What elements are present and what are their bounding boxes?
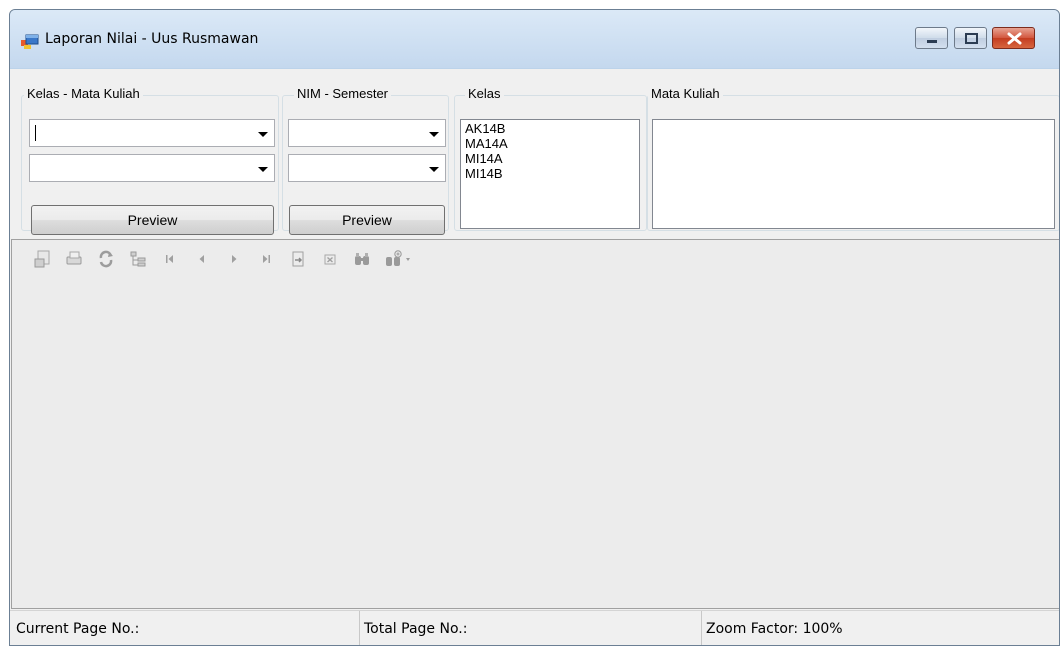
group-tree-icon[interactable]: [129, 250, 147, 268]
previous-page-icon[interactable]: [193, 250, 211, 268]
print-icon[interactable]: [65, 250, 83, 268]
zoom-icon[interactable]: [385, 250, 417, 268]
maximize-icon: [965, 33, 978, 44]
kelas-combo[interactable]: [29, 119, 275, 147]
title-bar[interactable]: Laporan Nilai - Uus Rusmawan: [10, 10, 1059, 68]
mata-kuliah-group-title: Mata Kuliah: [648, 86, 723, 101]
chevron-down-icon: [258, 132, 268, 137]
nim-combo[interactable]: [288, 119, 446, 147]
report-window: Laporan Nilai - Uus Rusmawan Kelas - Mat…: [9, 9, 1060, 646]
list-item[interactable]: MI14A: [465, 151, 635, 166]
status-divider: [359, 611, 360, 645]
preview-kelas-button[interactable]: Preview: [31, 205, 274, 235]
go-to-page-icon[interactable]: [289, 250, 307, 268]
mata-kuliah-combo[interactable]: [29, 154, 275, 182]
first-page-icon[interactable]: [161, 250, 179, 268]
search-icon[interactable]: [353, 250, 371, 268]
status-bar: Current Page No.: Total Page No.: Zoom F…: [10, 610, 1059, 645]
list-item[interactable]: MI14B: [465, 166, 635, 181]
viewer-toolbar: [12, 240, 1059, 276]
client-area: Kelas - Mata Kuliah Preview NIM - Semest…: [10, 69, 1059, 645]
chevron-down-icon: [258, 167, 268, 172]
app-icon: [21, 34, 39, 49]
maximize-button[interactable]: [954, 27, 987, 49]
close-button[interactable]: [992, 27, 1035, 49]
export-icon[interactable]: [33, 250, 51, 268]
kelas-mata-kuliah-group-title: Kelas - Mata Kuliah: [24, 86, 143, 101]
stop-icon[interactable]: [321, 250, 339, 268]
zoom-factor-label: Zoom Factor: 100%: [706, 621, 843, 637]
last-page-icon[interactable]: [257, 250, 275, 268]
minimize-icon: [927, 40, 937, 43]
report-viewer[interactable]: [11, 239, 1059, 609]
status-divider: [701, 611, 702, 645]
chevron-down-icon: [429, 167, 439, 172]
mata-kuliah-listbox[interactable]: [652, 119, 1055, 229]
preview-nim-button[interactable]: Preview: [289, 205, 445, 235]
current-page-label: Current Page No.:: [16, 621, 140, 637]
list-item[interactable]: AK14B: [465, 121, 635, 136]
close-icon: [1007, 32, 1022, 45]
window-title: Laporan Nilai - Uus Rusmawan: [45, 31, 259, 47]
list-item[interactable]: MA14A: [465, 136, 635, 151]
kelas-group-title: Kelas: [465, 86, 504, 101]
kelas-listbox[interactable]: AK14B MA14A MI14A MI14B: [460, 119, 640, 229]
chevron-down-icon: [429, 132, 439, 137]
semester-combo[interactable]: [288, 154, 446, 182]
nim-semester-group-title: NIM - Semester: [294, 86, 392, 101]
total-page-label: Total Page No.:: [364, 621, 468, 637]
refresh-icon[interactable]: [97, 250, 115, 268]
text-cursor: [35, 125, 36, 141]
minimize-button[interactable]: [915, 27, 948, 49]
next-page-icon[interactable]: [225, 250, 243, 268]
